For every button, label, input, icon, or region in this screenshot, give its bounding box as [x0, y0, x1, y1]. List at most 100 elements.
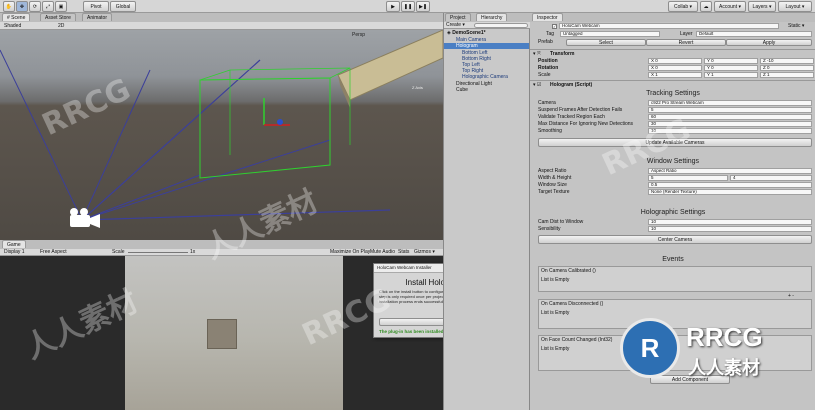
sensibility-label: Sensibility	[538, 226, 561, 232]
static-toggle[interactable]: Static ▾	[788, 23, 804, 29]
hologram-frame	[199, 77, 331, 179]
inspector-panel: Inspector ✓ HoloCam Webcam Static ▾ Tag …	[530, 13, 815, 410]
mode-2d-toggle[interactable]: 2D	[58, 23, 64, 29]
tab-project[interactable]: Project	[445, 13, 471, 21]
frustum-line	[81, 209, 391, 221]
event-list-empty: List is Empty	[541, 310, 570, 316]
shading-dropdown[interactable]: Shaded	[4, 23, 21, 29]
rotate-tool-icon[interactable]: ⟳	[29, 1, 41, 12]
scale-label: Scale	[538, 72, 551, 78]
tab-animator[interactable]: Animator	[82, 13, 113, 21]
play-icon[interactable]: ▶	[386, 1, 400, 12]
move-tool-icon[interactable]: ✥	[16, 1, 28, 12]
hierarchy-item-hologram[interactable]: Hologram	[444, 43, 529, 49]
top-toolbar: ✋ ✥ ⟳ ⤢ ▣ Pivot Global ▶ ❚❚ ▶❚ Collab ▾ …	[0, 0, 815, 13]
scene-tab-strip: # Scene Asset Store Animator	[0, 13, 443, 22]
center-camera-button[interactable]: Center Camera	[538, 235, 812, 244]
tab-scene[interactable]: # Scene	[2, 13, 31, 21]
scale-slider[interactable]	[128, 252, 188, 253]
max-distance-field[interactable]: 30	[648, 121, 812, 127]
object-name-field[interactable]: HoloCam Webcam	[559, 23, 779, 29]
tab-asset-store[interactable]: Asset Store	[40, 13, 76, 21]
height-field[interactable]: 4	[730, 175, 812, 181]
prefab-select-button[interactable]: Select	[566, 39, 646, 46]
tab-hierarchy[interactable]: Hierarchy	[476, 13, 508, 21]
pause-icon[interactable]: ❚❚	[401, 1, 415, 12]
layers-dropdown[interactable]: Layers ▾	[748, 1, 776, 12]
pivot-toggle[interactable]: Pivot	[83, 1, 109, 12]
scale-tool-icon[interactable]: ⤢	[42, 1, 54, 12]
scene-name: DemoScene1*	[452, 30, 486, 36]
smoothing-field[interactable]: 10	[648, 128, 812, 134]
mute-audio-toggle[interactable]: Mute Audio	[370, 249, 395, 255]
position-x[interactable]: X 0	[648, 58, 702, 64]
cloud-icon[interactable]: ☁	[700, 1, 712, 12]
z-axis-handle[interactable]	[277, 119, 283, 125]
sensibility-field[interactable]: 10	[648, 226, 812, 232]
update-cameras-button[interactable]: Update Available Cameras	[538, 138, 812, 147]
window-size-label: Window Size	[538, 182, 567, 188]
event-list-empty: List is Empty	[541, 346, 570, 352]
aspect-ratio-label: Aspect Ratio	[538, 168, 567, 174]
gizmos-dropdown[interactable]: Gizmos ▾	[414, 249, 435, 255]
script-title: Hologram (Script)	[550, 82, 593, 88]
scene-panel: # Scene Asset Store Animator Shaded 2D P…	[0, 13, 443, 240]
script-header[interactable]: ▾ ☑ Hologram (Script)	[530, 80, 815, 88]
transform-header[interactable]: ▾ ⤧ Transform	[530, 49, 815, 57]
validate-region-field[interactable]: 60	[648, 114, 812, 120]
tab-game[interactable]: Game	[2, 240, 26, 248]
hologram-frame-top	[199, 67, 351, 81]
hierarchy-panel: Project Hierarchy Create ▾ ◈ DemoScene1*…	[443, 13, 531, 410]
cam-dist-label: Cam Dist to Window	[538, 219, 584, 225]
window-size-field[interactable]: 0.5	[648, 182, 812, 188]
hand-tool-icon[interactable]: ✋	[3, 1, 15, 12]
layout-dropdown[interactable]: Layout ▾	[778, 1, 812, 12]
rect-tool-icon[interactable]: ▣	[55, 1, 67, 12]
step-icon[interactable]: ▶❚	[416, 1, 430, 12]
persp-label[interactable]: Persp	[352, 32, 365, 38]
prefab-revert-button[interactable]: Revert	[646, 39, 726, 46]
events-header: Events	[662, 256, 684, 263]
scene-root[interactable]: ◈ DemoScene1*	[447, 30, 486, 36]
suspend-frames-field[interactable]: 5	[648, 107, 812, 113]
cube-render	[207, 319, 237, 349]
rotation-x[interactable]: X 0	[648, 65, 702, 71]
camera-icon[interactable]	[70, 208, 100, 228]
display-dropdown[interactable]: Display 1	[4, 249, 25, 255]
scene-viewport[interactable]: Persp Z Axis	[0, 30, 443, 240]
target-texture-label: Target Texture	[538, 189, 570, 195]
hierarchy-item-holographic-camera[interactable]: Holographic Camera	[462, 74, 508, 80]
width-field[interactable]: 5	[648, 175, 728, 181]
stats-toggle[interactable]: Stats	[398, 249, 409, 255]
scale-y[interactable]: Y 1	[704, 72, 758, 78]
account-dropdown[interactable]: Account ▾	[714, 1, 746, 12]
camera-dropdown[interactable]: c922 Pro Stream Webcam	[648, 100, 812, 106]
layer-dropdown[interactable]: Default	[696, 31, 812, 37]
position-y[interactable]: Y 0	[704, 58, 758, 64]
frustum-line	[0, 49, 83, 221]
event-face-count-changed: On Face Count Changed (Int32) List is Em…	[538, 335, 812, 371]
create-dropdown[interactable]: Create ▾	[446, 22, 465, 28]
scale-x[interactable]: X 1	[648, 72, 702, 78]
aspect-ratio-dropdown[interactable]: Aspect Ratio	[648, 168, 812, 174]
maximize-on-play-toggle[interactable]: Maximize On Play	[330, 249, 370, 255]
target-texture-field[interactable]: None (Render Texture)	[648, 189, 812, 195]
prefab-apply-button[interactable]: Apply	[726, 39, 812, 46]
active-checkbox[interactable]: ✓	[552, 24, 557, 29]
add-component-button[interactable]: Add Component	[650, 375, 730, 384]
tab-inspector[interactable]: Inspector	[532, 13, 563, 21]
global-toggle[interactable]: Global	[110, 1, 136, 12]
hierarchy-item-cube[interactable]: Cube	[456, 87, 468, 93]
game-viewport[interactable]	[125, 256, 343, 410]
position-z[interactable]: Z -10	[760, 58, 814, 64]
scale-z[interactable]: Z 1	[760, 72, 814, 78]
collab-dropdown[interactable]: Collab ▾	[668, 1, 698, 12]
rotation-y[interactable]: Y 0	[704, 65, 758, 71]
rotation-z[interactable]: Z 0	[760, 65, 814, 71]
transform-icon: ▾ ⤧	[533, 51, 541, 57]
scene-gizmos	[0, 30, 443, 228]
aspect-dropdown[interactable]: Free Aspect	[40, 249, 67, 255]
tag-dropdown[interactable]: Untagged	[560, 31, 660, 37]
cam-dist-field[interactable]: 10	[648, 219, 812, 225]
hierarchy-search-input[interactable]	[474, 23, 528, 28]
